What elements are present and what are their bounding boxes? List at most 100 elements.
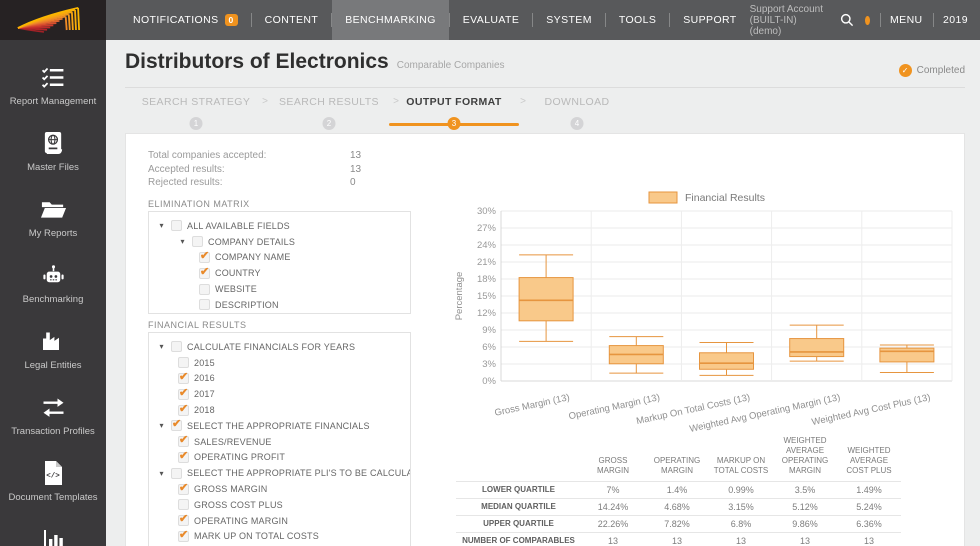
table-cell: 1.4% <box>666 485 688 495</box>
tree-row-select-the-appropriate-pli-s-to-be-calculated: SELECT THE APPROPRIATE PLI'S TO BE CALCU… <box>149 465 410 481</box>
sidebar-item-analysis[interactable] <box>0 526 106 546</box>
topbar-right: Support Account (BUILT-IN) (demo) MENU 2… <box>750 0 980 40</box>
tree-row-company-name: COMPANY NAME <box>149 249 410 266</box>
expand-arrow-icon[interactable] <box>157 469 166 478</box>
nav-item-evaluate[interactable]: EVALUATE <box>450 0 533 40</box>
checkbox-country[interactable] <box>199 265 210 279</box>
tree-row-calculate-financials-for-years: CALCULATE FINANCIALS FOR YEARS <box>149 339 410 355</box>
svg-text:0%: 0% <box>482 376 496 387</box>
step-circle-1[interactable]: 1 <box>189 117 203 130</box>
tree-row-website: WEBSITE <box>149 281 410 297</box>
page-title: Distributors of Electronics <box>125 50 389 73</box>
status-label: Completed <box>916 65 965 76</box>
sidebar-item-document-templates[interactable]: </> Document Templates <box>0 460 106 526</box>
tree-row-2015: 2015 <box>149 355 410 371</box>
table-cell: 6.8% <box>730 519 752 529</box>
step-circle-2[interactable]: 2 <box>322 117 336 130</box>
tree-label: OPERATING MARGIN <box>194 515 289 526</box>
app-logo[interactable] <box>0 0 106 40</box>
table-row-lower-quartile: LOWER QUARTILE 7% 1.4% 0.99% 3.5% 1.49% <box>456 481 901 499</box>
step-label-search-strategy[interactable]: SEARCH STRATEGY <box>142 96 251 108</box>
tree-row-select-the-appropriate-financials: SELECT THE APPROPRIATE FINANCIALS <box>149 417 410 434</box>
financial-results-title: FINANCIAL RESULTS <box>148 320 247 330</box>
table-cell: 3.15% <box>728 502 754 512</box>
checkbox-gross-margin[interactable] <box>178 481 189 495</box>
sidebar-item-master-files[interactable]: Master Files <box>0 130 106 196</box>
summary-row-rejected-results: Rejected results: 0 <box>148 176 361 190</box>
summary-value: 13 <box>350 163 362 175</box>
account-label: Support Account (BUILT-IN) (demo) <box>749 3 824 37</box>
table-cell: 13 <box>671 536 682 546</box>
table-header-row: GROSS MARGIN OPERATING MARGIN MARKUP ON TO… <box>456 434 901 482</box>
svg-text:24%: 24% <box>477 240 497 251</box>
step-circle-3[interactable]: 3 <box>447 117 461 130</box>
tree-label: 2018 <box>194 405 215 416</box>
nav-item-tools[interactable]: TOOLS <box>606 0 669 40</box>
nav-item-support[interactable]: SUPPORT <box>670 0 749 40</box>
checkbox-operating-profit[interactable] <box>178 449 189 463</box>
table-cell: 13 <box>799 536 810 546</box>
step-circle-4[interactable]: 4 <box>570 117 584 130</box>
menu-button[interactable]: MENU <box>890 14 923 26</box>
checkbox-calculate-financials-for-years[interactable] <box>171 341 182 353</box>
checkbox-2018[interactable] <box>178 402 189 416</box>
alert-dot-icon[interactable] <box>864 15 870 25</box>
column-header-weighted-average-cost-plus: WEIGHTED AVERAGE COST PLUS <box>846 446 892 475</box>
search-icon[interactable] <box>839 12 855 28</box>
checkbox-company-name[interactable] <box>199 249 210 263</box>
step-label-download[interactable]: DOWNLOAD <box>544 96 609 108</box>
chevron-right-icon: > <box>520 96 526 107</box>
sidebar-item-legal-entities[interactable]: Legal Entities <box>0 328 106 394</box>
checkbox-2015[interactable] <box>178 357 189 369</box>
row-label: NUMBER OF COMPARABLES <box>462 536 575 546</box>
tree-row-2016: 2016 <box>149 370 410 387</box>
tree-label: MARK UP ON TOTAL COSTS <box>194 531 319 542</box>
table-cell: 13 <box>863 536 874 546</box>
checkbox-description[interactable] <box>199 299 210 311</box>
checkbox-company-details[interactable] <box>192 236 203 248</box>
tree-label: SELECT THE APPROPRIATE FINANCIALS <box>187 420 370 431</box>
tree-row-gross-cost-plus: GROSS COST PLUS <box>149 497 410 513</box>
step-label-search-results[interactable]: SEARCH RESULTS <box>279 96 379 108</box>
summary-label: Total companies accepted: <box>148 150 267 161</box>
checkbox-2016[interactable] <box>178 370 189 384</box>
step-label-output-format[interactable]: OUTPUT FORMAT <box>406 96 501 108</box>
sidebar-item-benchmarking[interactable]: Benchmarking <box>0 262 106 328</box>
checkbox-operating-margin[interactable] <box>178 512 189 527</box>
checkbox-all-available-fields[interactable] <box>171 220 182 232</box>
nav-item-label: SYSTEM <box>546 14 592 26</box>
year-selector[interactable]: 2019 <box>943 14 968 26</box>
app-root: { "topbar": { "nav": [ {"label": "NOTIFI… <box>0 0 980 546</box>
notification-badge: 0 <box>224 13 238 27</box>
step-wizard: SEARCH STRATEGY 1 SEARCH RESULTS 2 OUTPUT FO… <box>106 96 980 136</box>
expand-arrow-icon[interactable] <box>157 221 166 230</box>
checkbox-mark-up-on-total-costs[interactable] <box>178 528 189 542</box>
checkbox-website[interactable] <box>199 283 210 295</box>
box-weighted-avg-cost-plus-13 <box>879 344 935 374</box>
nav-item-system[interactable]: SYSTEM <box>533 0 605 40</box>
sidebar-item-transaction-profiles[interactable]: Transaction Profiles <box>0 394 106 460</box>
checkbox-select-the-appropriate-pli-s-to-be-calculated[interactable] <box>171 467 182 479</box>
tree-label: 2015 <box>194 357 215 368</box>
sidebar-item-report-management[interactable]: Report Management <box>0 64 106 130</box>
box-gross-margin-13 <box>518 254 574 342</box>
nav-item-benchmarking[interactable]: BENCHMARKING <box>332 0 449 40</box>
nav-item-content[interactable]: CONTENT <box>252 0 332 40</box>
tree-label: WEBSITE <box>215 284 257 295</box>
checkbox-gross-cost-plus[interactable] <box>178 499 189 511</box>
elimination-matrix-panel: ALL AVAILABLE FIELDS COMPANY DETAILS COMPA… <box>148 211 411 314</box>
tree-row-sales-revenue: SALES/REVENUE <box>149 433 410 450</box>
summary-value: 13 <box>350 150 362 161</box>
expand-arrow-icon[interactable] <box>178 237 187 246</box>
tree-row-2018: 2018 <box>149 402 410 418</box>
divider <box>932 13 934 27</box>
checkbox-select-the-appropriate-financials[interactable] <box>171 417 182 432</box>
expand-arrow-icon[interactable] <box>157 421 166 430</box>
nav-item-notifications[interactable]: NOTIFICATIONS 0 <box>120 0 251 40</box>
checkbox-2017[interactable] <box>178 386 189 400</box>
page-subtitle: Comparable Companies <box>396 60 505 71</box>
expand-arrow-icon[interactable] <box>157 342 166 351</box>
sidebar-item-my-reports[interactable]: My Reports <box>0 196 106 262</box>
checkbox-sales-revenue[interactable] <box>178 433 189 448</box>
table-row-upper-quartile: UPPER QUARTILE 22.26% 7.82% 6.8% 9.86% 6.36% <box>456 515 901 533</box>
